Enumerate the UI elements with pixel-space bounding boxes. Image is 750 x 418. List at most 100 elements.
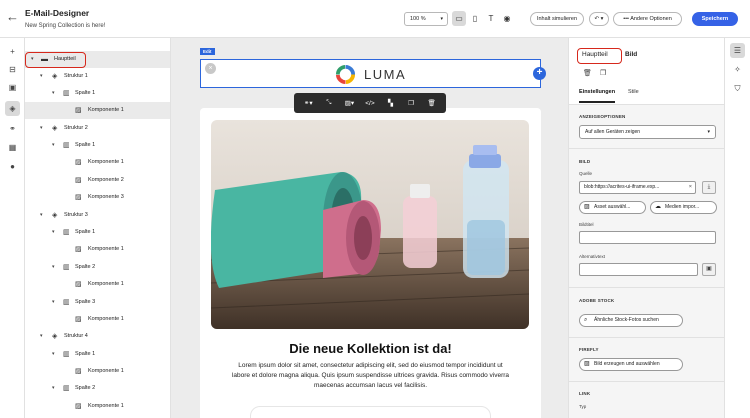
- undo-icon: ↶ ▾: [594, 16, 604, 22]
- tree-row-label: Struktur 3: [64, 212, 88, 218]
- properties-icon[interactable]: ☰: [730, 43, 745, 58]
- grid-icon[interactable]: ▦: [5, 140, 20, 155]
- tree-row[interactable]: ▨ Komponente 3: [25, 189, 170, 206]
- display-select[interactable]: Auf allen Geräten zeigen ▾: [579, 125, 716, 139]
- simulate-content-button[interactable]: Inhalt simulieren: [530, 12, 584, 26]
- tree-row-label: Komponente 1: [88, 246, 124, 252]
- chevron-down-icon: ▾: [52, 299, 55, 305]
- tree-row[interactable]: ▾ ▥ Spalte 1: [25, 137, 170, 154]
- close-icon[interactable]: ×: [205, 63, 216, 74]
- duplicate-icon[interactable]: ❐: [600, 69, 606, 77]
- more-icon: •••: [623, 16, 629, 22]
- body-text[interactable]: Lorem ipsum dolor sit amet, consectetur …: [230, 361, 511, 391]
- cta-button[interactable]: [250, 406, 491, 418]
- mobile-view-icon[interactable]: ▯: [468, 11, 482, 26]
- assets-icon[interactable]: ▣: [5, 80, 20, 95]
- tree-row[interactable]: ▾ ◈ Struktur 2: [25, 120, 170, 137]
- zoom-select[interactable]: 100 % ▾: [404, 12, 448, 26]
- clear-icon[interactable]: ×: [689, 182, 692, 193]
- more-options-button[interactable]: ••• Andere Optionen: [613, 12, 682, 26]
- tree-row[interactable]: ▨ Komponente 1: [25, 154, 170, 171]
- component-toolbar: ⚭▾ ⤡ ▨▾ </> ▚ ❐ 🗑: [294, 93, 446, 113]
- tree-row[interactable]: ▨ Komponente 2: [25, 172, 170, 189]
- code-icon[interactable]: </>: [363, 100, 377, 107]
- resize-icon[interactable]: ⤡: [322, 99, 336, 107]
- tree-row[interactable]: ▨ Komponente 1: [25, 398, 170, 415]
- personalize-button[interactable]: ▣: [702, 263, 716, 276]
- find-stock-button[interactable]: ⌕ Ähnliche Stock-Fotos suchen: [579, 314, 683, 327]
- add-component-icon[interactable]: +: [533, 67, 546, 80]
- tree-row[interactable]: ▨ Komponente 1: [25, 363, 170, 380]
- tree-row-label: Spalte 1: [75, 142, 96, 148]
- image-icon[interactable]: ▨▾: [342, 99, 356, 107]
- tree-row-label: Komponente 1: [88, 368, 124, 374]
- tree-row[interactable]: ▨ Komponente 1: [25, 241, 170, 258]
- tree-row[interactable]: ▾ ◈ Struktur 4: [25, 328, 170, 345]
- generate-image-button[interactable]: ▨ Bild erzeugen und auswählen: [579, 358, 683, 371]
- chevron-down-icon: ▾: [707, 129, 710, 135]
- tree-row[interactable]: ▾ ▥ Spalte 1: [25, 85, 170, 102]
- display-options-title: ANZEIGEOPTIONEN: [579, 114, 626, 119]
- tree-row-label: Spalte 2: [75, 385, 96, 391]
- desktop-view-icon[interactable]: ▭: [452, 11, 466, 26]
- tree-row[interactable]: ▾ ◈ Struktur 1: [25, 68, 170, 85]
- display-select-value: Auf allen Geräten zeigen: [585, 129, 641, 135]
- fragments-icon[interactable]: ⊟: [5, 62, 20, 77]
- hero-image[interactable]: [211, 120, 529, 329]
- import-media-button[interactable]: ☁ Medien impor...: [650, 201, 717, 214]
- tree-row[interactable]: ▨ Komponente 1: [25, 276, 170, 293]
- link-icon[interactable]: ⚭▾: [301, 99, 315, 107]
- tree-row[interactable]: ▾ ▥ Spalte 1: [25, 224, 170, 241]
- alt-text-input[interactable]: [579, 263, 698, 276]
- delete-icon[interactable]: 🗑: [425, 99, 439, 107]
- luma-logo-icon: [335, 64, 356, 85]
- alert-icon[interactable]: ●: [5, 159, 20, 174]
- chevron-down-icon: ▾: [52, 351, 55, 357]
- alt-text-label: Alternativtext: [579, 254, 606, 259]
- tree-row[interactable]: ▾ ◈ Struktur 3: [25, 207, 170, 224]
- tab-settings[interactable]: Einstellungen: [579, 89, 615, 95]
- validation-shield-icon[interactable]: ⛉: [730, 81, 745, 96]
- generate-image-label: Bild erzeugen und auswählen: [594, 361, 660, 367]
- back-arrow-icon[interactable]: ←: [6, 10, 20, 24]
- tree-row[interactable]: ▾ ▥ Spalte 1: [25, 346, 170, 363]
- tree-row[interactable]: ▨ Komponente 1: [25, 102, 170, 119]
- tree-row[interactable]: ▾ ▥ Spalte 2: [25, 380, 170, 397]
- source-input[interactable]: blob:https://acrites-ui-iframe.exp... ×: [579, 181, 696, 194]
- select-asset-label: Asset auswähl...: [594, 204, 631, 210]
- tree-row[interactable]: ▾ ▥ Spalte 2: [25, 259, 170, 276]
- image-title-input[interactable]: [579, 231, 716, 244]
- link-section-title: LINK: [579, 391, 591, 396]
- yoga-mats-image: [211, 120, 529, 329]
- tab-styles[interactable]: Stile: [628, 89, 639, 95]
- undo-button[interactable]: ↶ ▾: [589, 12, 609, 26]
- chevron-down-icon: ▾: [40, 333, 43, 339]
- layers-icon[interactable]: ◈: [5, 101, 20, 116]
- active-tab-indicator: [579, 101, 615, 103]
- tree-row[interactable]: ▾ ▥ Spalte 3: [25, 294, 170, 311]
- upload-button[interactable]: ⤓: [702, 181, 716, 194]
- headline[interactable]: Die neue Kollektion ist da!: [200, 341, 541, 356]
- link-icon[interactable]: ⚭: [5, 121, 20, 136]
- image-icon: ▨: [75, 246, 82, 253]
- breadcrumb-current: Bild: [625, 51, 638, 58]
- layer-tree: ▾ ▬ Hauptteil ▾ ◈ Struktur 1 ▾ ▥ Spalte …: [25, 38, 171, 418]
- breadcrumb-parent[interactable]: Hauptteil: [582, 51, 608, 58]
- delete-icon[interactable]: 🗑: [583, 69, 592, 77]
- text-view-icon[interactable]: T: [484, 11, 498, 26]
- select-asset-button[interactable]: ▨ Asset auswähl...: [579, 201, 646, 214]
- image-title-label: Bildtitel: [579, 222, 594, 227]
- add-icon[interactable]: +: [5, 44, 20, 59]
- firefly-title: FIREFLY: [579, 347, 599, 352]
- panel-background: [569, 105, 724, 418]
- chevron-down-icon: ▾: [52, 90, 55, 96]
- chevron-down-icon: ▾: [52, 142, 55, 148]
- save-button[interactable]: Speichern: [692, 12, 738, 26]
- logo-component[interactable]: × LUMA: [200, 59, 541, 88]
- preview-eye-icon[interactable]: ◉: [500, 11, 514, 26]
- tree-row[interactable]: ▨ Komponente 1: [25, 311, 170, 328]
- copy-style-icon[interactable]: ▚: [384, 99, 398, 107]
- magic-wand-icon[interactable]: ✧: [730, 62, 745, 77]
- duplicate-icon[interactable]: ❐: [404, 99, 418, 107]
- chevron-down-icon: ▾: [52, 385, 55, 391]
